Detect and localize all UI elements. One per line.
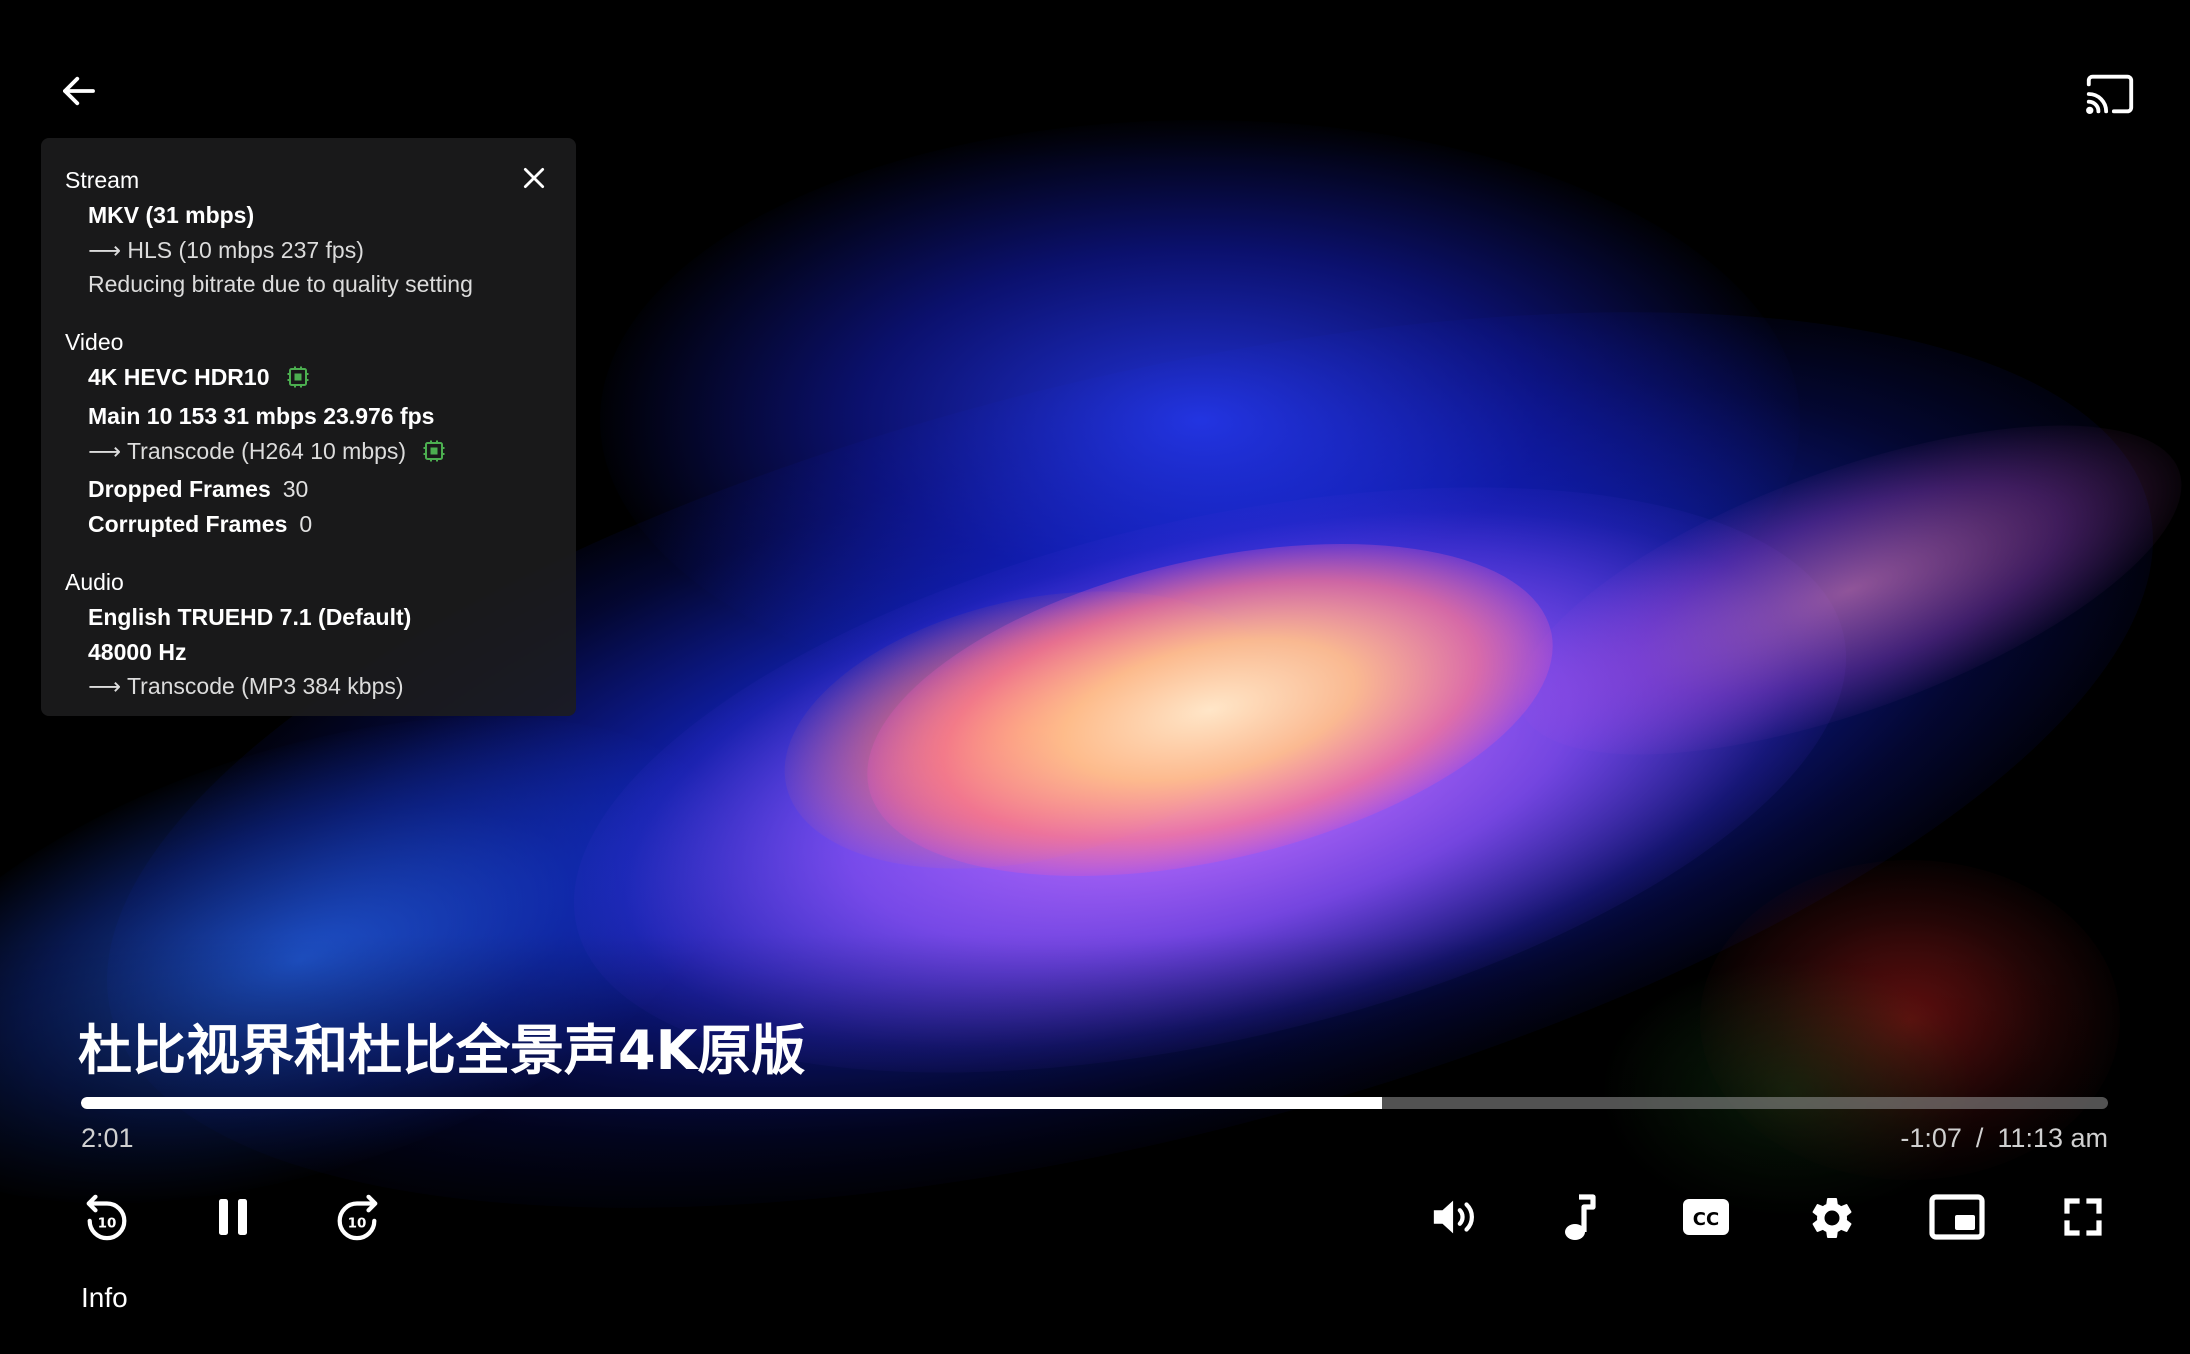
arrow-right-icon: ⟶ bbox=[88, 673, 121, 700]
stream-note: Reducing bitrate due to quality setting bbox=[88, 271, 473, 298]
seek-bar-progress bbox=[81, 1097, 1383, 1109]
back-arrow-icon[interactable] bbox=[54, 66, 104, 116]
video-transcode-row: ⟶ Transcode (H264 10 mbps) bbox=[65, 434, 552, 473]
gear-icon[interactable] bbox=[1804, 1190, 1860, 1246]
volume-icon[interactable] bbox=[1427, 1190, 1483, 1244]
forward-10-icon[interactable]: 10 bbox=[330, 1190, 384, 1244]
svg-text:CC: CC bbox=[1693, 1209, 1719, 1230]
audio-transcode-row: ⟶ Transcode (MP3 384 kbps) bbox=[65, 669, 552, 704]
svg-text:10: 10 bbox=[98, 1217, 117, 1232]
stream-section-title: Stream bbox=[65, 167, 140, 193]
dropped-frames-label: Dropped Frames bbox=[88, 476, 271, 503]
media-title: 杜比视界和杜比全景声4K原版 bbox=[78, 1019, 806, 1082]
stream-container: MKV (31 mbps) bbox=[88, 201, 255, 228]
time-separator: / bbox=[1975, 1123, 1984, 1153]
audio-track: English TRUEHD 7.1 (Default) bbox=[88, 603, 412, 630]
music-note-icon[interactable] bbox=[1552, 1190, 1606, 1244]
svg-text:10: 10 bbox=[348, 1217, 367, 1232]
video-profile: Main 10 153 31 mbps 23.976 fps bbox=[88, 402, 435, 429]
picture-in-picture-icon[interactable] bbox=[1928, 1190, 1986, 1244]
cast-icon[interactable] bbox=[2082, 66, 2138, 122]
corrupted-frames-label: Corrupted Frames bbox=[88, 511, 288, 538]
arrow-right-icon: ⟶ bbox=[88, 236, 121, 263]
hardware-accel-icon bbox=[286, 364, 310, 399]
arrow-right-icon: ⟶ bbox=[88, 437, 121, 464]
stream-output-row: ⟶ HLS (10 mbps 237 fps) bbox=[65, 233, 552, 268]
playback-info-panel: Stream MKV (31 mbps) ⟶ HLS (10 mbps 237 … bbox=[41, 138, 576, 716]
video-section-title: Video bbox=[65, 329, 124, 356]
corrupted-frames-row: Corrupted Frames 0 bbox=[65, 507, 552, 542]
corrupted-frames-value: 0 bbox=[299, 511, 313, 538]
dropped-frames-value: 30 bbox=[282, 476, 309, 503]
remaining-time: -1:07 bbox=[1900, 1123, 1962, 1153]
close-icon[interactable] bbox=[516, 160, 552, 196]
fullscreen-icon[interactable] bbox=[2056, 1190, 2110, 1244]
info-button[interactable]: Info bbox=[81, 1282, 128, 1314]
pause-icon[interactable] bbox=[206, 1190, 260, 1244]
audio-rate: 48000 Hz bbox=[88, 638, 187, 665]
audio-transcode: Transcode (MP3 384 kbps) bbox=[126, 673, 404, 700]
clock-time: 11:13 am bbox=[1997, 1123, 2108, 1153]
video-transcode: Transcode (H264 10 mbps) bbox=[126, 437, 407, 464]
stream-output: HLS (10 mbps 237 fps) bbox=[127, 236, 364, 263]
video-codec: 4K HEVC HDR10 bbox=[88, 363, 270, 390]
time-info: -1:07 / 11:13 am bbox=[1900, 1123, 2108, 1154]
elapsed-time: 2:01 bbox=[81, 1123, 134, 1153]
seek-bar[interactable] bbox=[81, 1097, 2108, 1109]
rewind-10-icon[interactable]: 10 bbox=[80, 1190, 134, 1244]
closed-captions-icon[interactable]: CC bbox=[1678, 1190, 1734, 1244]
hardware-accel-icon bbox=[422, 438, 446, 473]
bottom-scrim bbox=[0, 934, 2190, 1354]
video-codec-row: 4K HEVC HDR10 bbox=[65, 360, 552, 399]
dropped-frames-row: Dropped Frames 30 bbox=[65, 472, 552, 507]
audio-section-title: Audio bbox=[65, 568, 124, 595]
top-scrim bbox=[0, 0, 2190, 160]
